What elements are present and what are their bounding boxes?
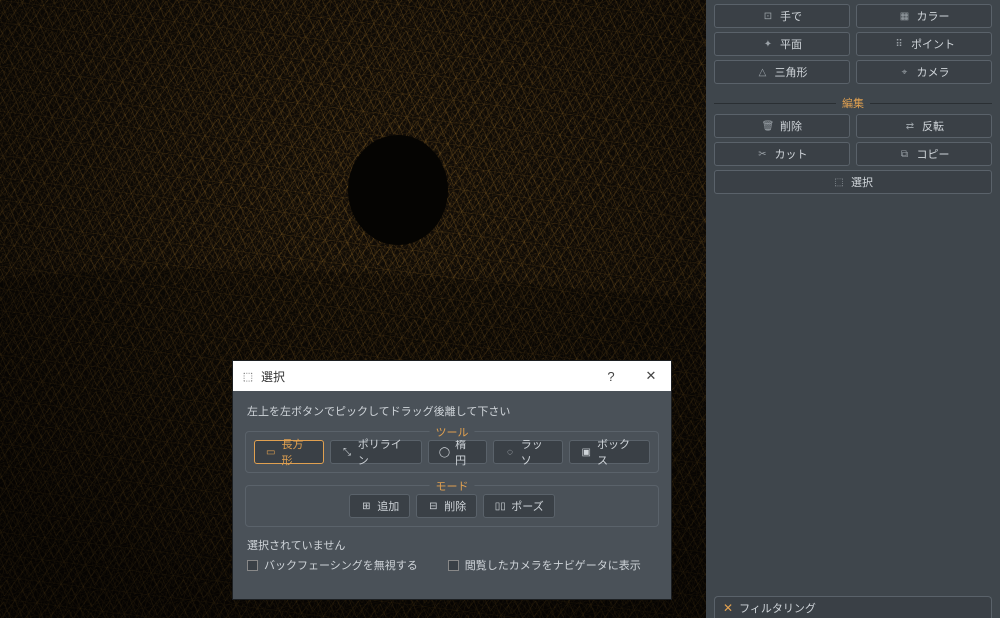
points-icon: ⠿ — [893, 38, 905, 50]
label: 選択 — [851, 174, 873, 190]
label: 削除 — [444, 498, 466, 514]
label: カメラ — [917, 64, 950, 80]
btn-triangle[interactable]: △ 三角形 — [714, 60, 850, 84]
plane-icon: ✦ — [762, 38, 774, 50]
label: ポリライン — [358, 436, 411, 468]
box-icon: ▣ — [580, 446, 592, 458]
legend: ツール — [430, 424, 475, 440]
selection-dialog: ⬚ 選択 ? ✕ 左上を左ボタンでピックしてドラッグ後離して下さい ツール ▭長… — [232, 360, 672, 600]
label: ポーズ — [511, 498, 543, 514]
triangle-icon: △ — [757, 66, 769, 78]
label: ポイント — [911, 36, 955, 52]
tools-fieldset: ツール ▭長方形 ⤡ポリライン ◯楕円 ◌ラッソ ▣ボックス — [245, 431, 659, 473]
dialog-title: 選択 — [261, 368, 285, 385]
btn-cut[interactable]: ✂ カット — [714, 142, 850, 166]
btn-invert[interactable]: ⇄ 反転 — [856, 114, 992, 138]
selection-status: 選択されていません — [247, 537, 659, 553]
mode-pause[interactable]: ▯▯ ポーズ — [483, 494, 554, 518]
select-icon: ⬚ — [241, 369, 255, 383]
label: 削除 — [780, 118, 802, 134]
tool-lasso[interactable]: ◌ラッソ — [493, 440, 563, 464]
label: カット — [775, 146, 808, 162]
camera-icon: ⌖ — [899, 66, 911, 78]
label: カラー — [917, 8, 950, 24]
legend: モード — [430, 478, 475, 494]
tab-filtering[interactable]: ✕ フィルタリング — [714, 596, 992, 618]
btn-delete[interactable]: 🗑 削除 — [714, 114, 850, 138]
label: コピー — [917, 146, 950, 162]
mode-fieldset: モード ⊞追加 ⊟削除 ▯▯ポーズ — [245, 485, 659, 527]
chk-ignore-backfacing[interactable]: バックフェーシングを無視する — [247, 557, 418, 573]
rect-icon: ▭ — [265, 446, 277, 458]
label: ラッソ — [521, 436, 553, 468]
label: 手で — [780, 8, 802, 24]
select-icon: ⬚ — [833, 176, 845, 188]
hand-icon: ⊡ — [762, 10, 774, 22]
plus-icon: ⊞ — [360, 500, 372, 512]
help-button[interactable]: ? — [591, 361, 631, 391]
edit-section-header: 編集 — [714, 96, 992, 110]
btn-select[interactable]: ⬚ 選択 — [714, 170, 992, 194]
scissors-icon: ✂ — [757, 148, 769, 160]
label: 三角形 — [775, 64, 808, 80]
label: ボックス — [597, 436, 639, 468]
copy-icon: ⧉ — [899, 148, 911, 160]
instruction-text: 左上を左ボタンでピックしてドラッグ後離して下さい — [247, 403, 659, 419]
label: フィルタリング — [739, 600, 816, 616]
btn-point[interactable]: ⠿ ポイント — [856, 32, 992, 56]
chk-show-in-navigator[interactable]: 閲覧したカメラをナビゲータに表示 — [448, 557, 641, 573]
minus-icon: ⊟ — [427, 500, 439, 512]
tool-ellipse[interactable]: ◯楕円 — [428, 440, 488, 464]
tool-polyline[interactable]: ⤡ポリライン — [330, 440, 421, 464]
btn-copy[interactable]: ⧉ コピー — [856, 142, 992, 166]
close-button[interactable]: ✕ — [631, 361, 671, 391]
pause-icon: ▯▯ — [494, 500, 506, 512]
trash-icon: 🗑 — [762, 120, 774, 132]
ellipse-icon: ◯ — [439, 446, 451, 458]
btn-freehand[interactable]: ⊡ 手で — [714, 4, 850, 28]
btn-color[interactable]: ▦ カラー — [856, 4, 992, 28]
lasso-icon: ◌ — [504, 446, 516, 458]
label: 追加 — [377, 498, 399, 514]
label: 閲覧したカメラをナビゲータに表示 — [465, 557, 641, 573]
dialog-titlebar[interactable]: ⬚ 選択 ? ✕ — [233, 361, 671, 391]
palette-icon: ▦ — [899, 10, 911, 22]
label: 楕円 — [455, 436, 476, 468]
wrench-icon: ✕ — [723, 601, 733, 615]
checkbox-icon — [448, 560, 459, 571]
polyline-icon: ⤡ — [341, 446, 353, 458]
btn-plane[interactable]: ✦ 平面 — [714, 32, 850, 56]
mode-remove[interactable]: ⊟ 削除 — [416, 494, 477, 518]
checkbox-icon — [247, 560, 258, 571]
btn-camera[interactable]: ⌖ カメラ — [856, 60, 992, 84]
sidebar: ⊡手で ▦カラー ✦平面 ⠿ポイント △三角形 ⌖カメラ 編集 🗑削除 ⇄反転 … — [706, 0, 1000, 618]
mode-add[interactable]: ⊞ 追加 — [349, 494, 410, 518]
label: 反転 — [922, 118, 944, 134]
invert-icon: ⇄ — [904, 120, 916, 132]
label: 平面 — [780, 36, 802, 52]
label: 編集 — [836, 95, 870, 111]
label: 長方形 — [282, 436, 314, 468]
tool-box[interactable]: ▣ボックス — [569, 440, 650, 464]
label: バックフェーシングを無視する — [264, 557, 418, 573]
tool-rectangle[interactable]: ▭長方形 — [254, 440, 324, 464]
